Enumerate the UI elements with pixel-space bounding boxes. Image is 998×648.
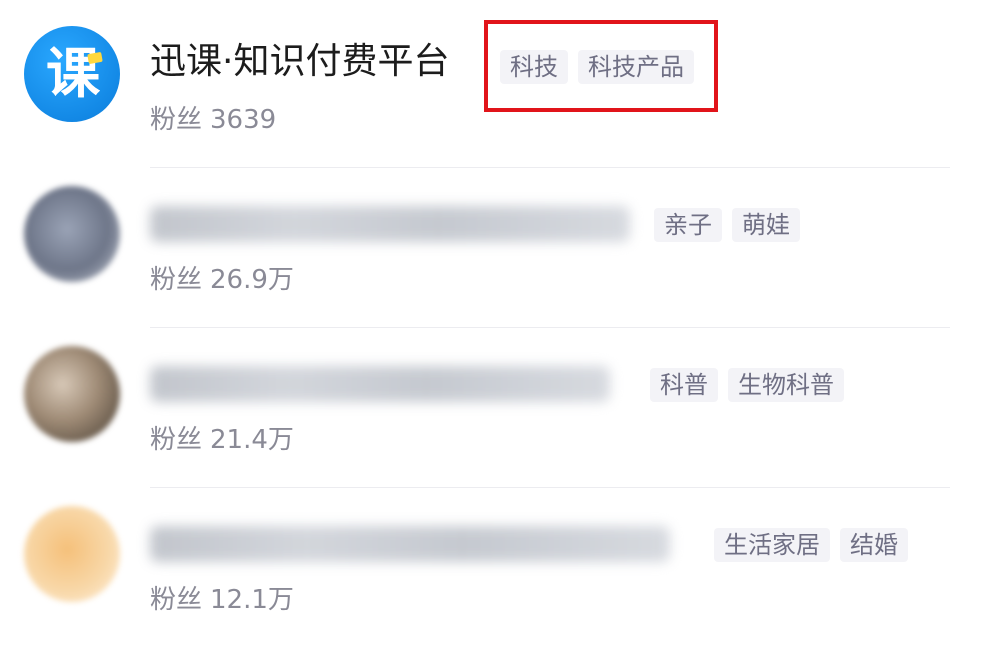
tag[interactable]: 生活家居	[714, 528, 830, 562]
blurred-account-name[interactable]	[150, 526, 670, 562]
tag[interactable]: 生物科普	[728, 368, 844, 402]
list-item[interactable]: 生活家居 结婚 粉丝 12.1万	[0, 488, 998, 648]
fans-label: 粉丝	[150, 105, 203, 135]
avatar[interactable]	[24, 506, 120, 602]
account-name[interactable]: 迅课·知识付费平台	[150, 42, 449, 82]
avatar[interactable]	[24, 186, 120, 282]
fans-label: 粉丝	[150, 585, 203, 615]
blurred-account-name[interactable]	[150, 206, 630, 242]
list-item[interactable]: 亲子 萌娃 粉丝 26.9万	[0, 168, 998, 328]
fans-value: 12.1万	[210, 585, 294, 615]
avatar-glyph: 课	[46, 42, 100, 105]
fans-count: 粉丝 26.9万	[150, 264, 294, 296]
tag[interactable]: 萌娃	[732, 208, 800, 242]
blurred-account-name[interactable]	[150, 366, 610, 402]
tag[interactable]: 结婚	[840, 528, 908, 562]
avatar[interactable]	[24, 346, 120, 442]
fans-count: 粉丝 3639	[150, 104, 276, 136]
fans-count: 粉丝 12.1万	[150, 584, 294, 616]
fans-count: 粉丝 21.4万	[150, 424, 294, 456]
fans-label: 粉丝	[150, 425, 203, 455]
account-list: 课 迅课·知识付费平台 科技 科技产品 粉丝 3639 亲子 萌娃 粉丝 26.9万…	[0, 0, 998, 643]
fans-label: 粉丝	[150, 265, 203, 295]
fans-value: 26.9万	[210, 265, 294, 295]
tag-list: 科普 生物科普	[650, 368, 844, 402]
fans-value: 3639	[210, 105, 277, 135]
fans-value: 21.4万	[210, 425, 294, 455]
tag-list: 亲子 萌娃	[654, 208, 800, 242]
highlight-box	[484, 20, 718, 112]
tag-list: 生活家居 结婚	[714, 528, 908, 562]
list-item[interactable]: 科普 生物科普 粉丝 21.4万	[0, 328, 998, 488]
tag[interactable]: 亲子	[654, 208, 722, 242]
xunke-logo-icon[interactable]: 课	[24, 26, 120, 122]
tag[interactable]: 科普	[650, 368, 718, 402]
